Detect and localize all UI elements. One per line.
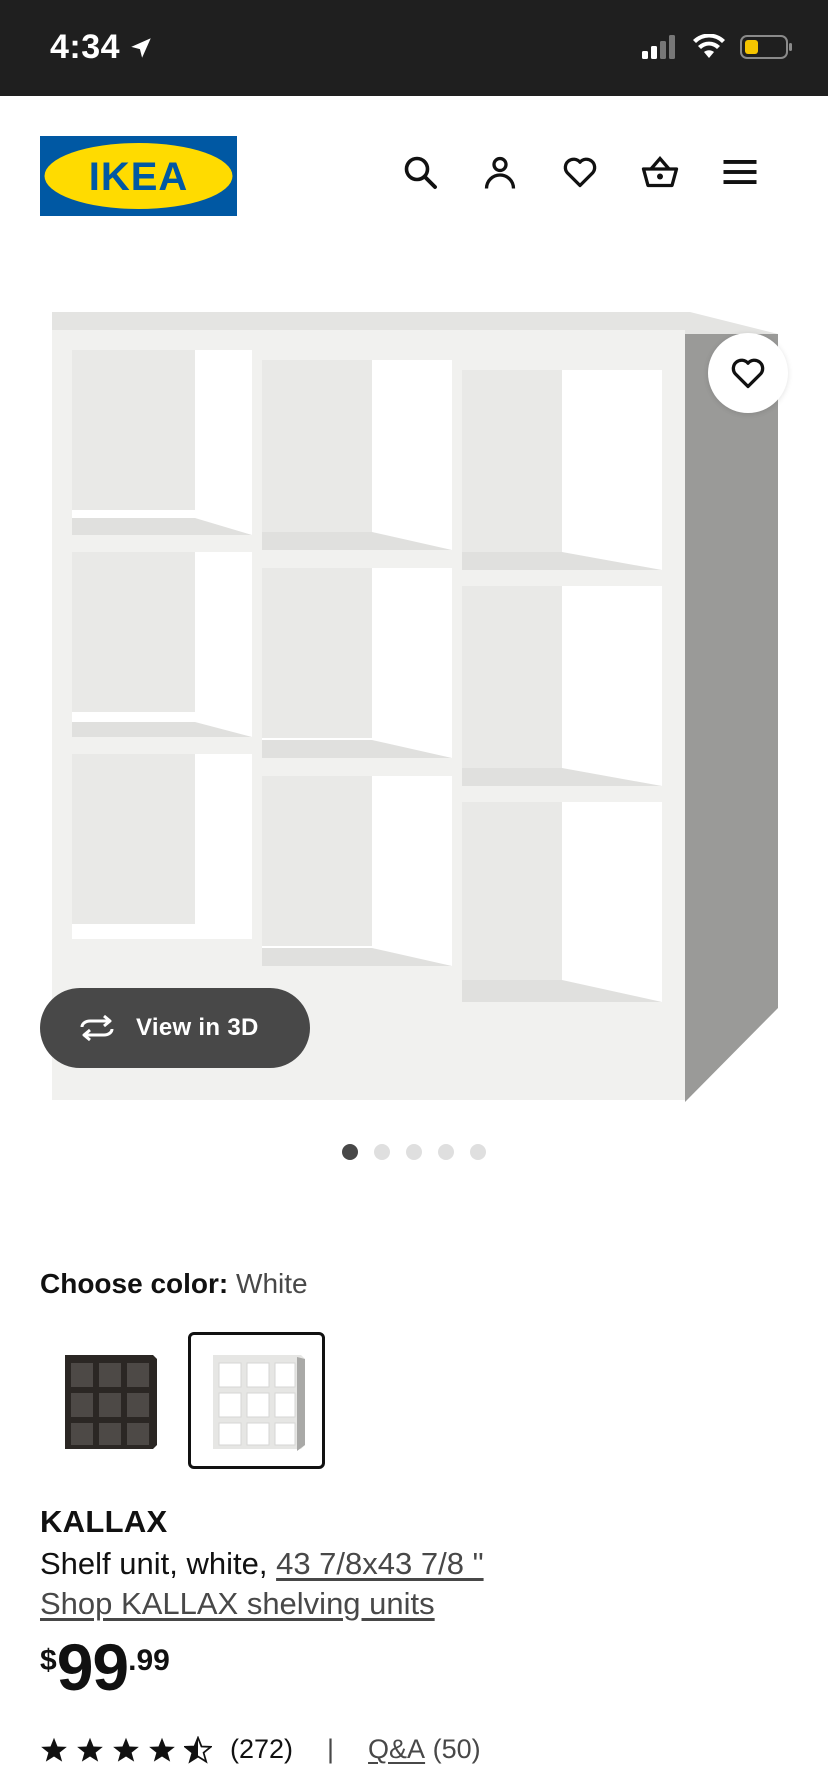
cart-icon	[641, 155, 679, 188]
rating-stars	[40, 1735, 212, 1764]
color-selector-label: Choose color: White	[40, 1268, 308, 1300]
price-decimal: .99	[128, 1644, 170, 1677]
favorites-button[interactable]	[560, 152, 600, 192]
status-bar: 4:34	[0, 0, 828, 96]
rating-separator: |	[327, 1734, 335, 1764]
account-icon	[484, 156, 516, 189]
signal-icon	[642, 35, 675, 59]
shop-series-link[interactable]: Shop KALLAX shelving units	[40, 1586, 435, 1622]
gallery-dot[interactable]	[406, 1144, 422, 1160]
product-price: $ 99 .99	[40, 1634, 170, 1700]
star-full-icon	[77, 1737, 103, 1762]
qa-count: (50)	[425, 1734, 481, 1764]
clock-text: 4:34	[50, 28, 121, 66]
product-description-text: Shelf unit, white,	[40, 1546, 277, 1581]
product-name: KALLAX	[40, 1504, 168, 1539]
wifi-icon	[693, 34, 725, 58]
account-button[interactable]	[480, 152, 520, 192]
battery-icon	[740, 35, 792, 59]
heart-icon	[731, 358, 765, 389]
gallery-dot[interactable]	[470, 1144, 486, 1160]
product-rating[interactable]: (272) | Q&A (50)	[40, 1734, 481, 1765]
gallery-dot[interactable]	[342, 1144, 358, 1160]
menu-icon	[723, 160, 757, 184]
menu-button[interactable]	[720, 152, 760, 192]
white-shelf-thumbnail	[212, 1354, 305, 1451]
search-icon	[404, 156, 437, 189]
star-full-icon	[113, 1737, 139, 1762]
product-description: Shelf unit, white, 43 7/8x43 7/8 "	[40, 1546, 484, 1582]
color-value: White	[236, 1268, 308, 1299]
star-half-icon	[184, 1735, 212, 1764]
header-actions	[400, 152, 760, 192]
price-integer: 99	[56, 1630, 129, 1704]
location-arrow-icon	[131, 37, 151, 58]
qa-link[interactable]: Q&A	[368, 1734, 425, 1765]
view-in-3d-label: View in 3D	[136, 1014, 259, 1041]
ikea-logo[interactable]: IKEA	[40, 136, 237, 216]
color-swatch-white[interactable]	[188, 1332, 325, 1469]
star-full-icon	[149, 1737, 175, 1762]
view-in-3d-button[interactable]: View in 3D	[40, 988, 310, 1068]
star-full-icon	[41, 1737, 67, 1762]
black-brown-shelf-thumbnail	[64, 1354, 157, 1449]
add-to-favorites-button[interactable]	[708, 333, 788, 413]
status-time: 4:34	[50, 28, 154, 67]
color-label: Choose color:	[40, 1268, 229, 1299]
favorites-icon	[563, 157, 597, 188]
shelf-cubbies	[72, 350, 662, 1002]
selected-color-text: White	[236, 1268, 308, 1299]
gallery-dot[interactable]	[438, 1144, 454, 1160]
color-swatch-black-brown[interactable]	[40, 1332, 177, 1469]
cart-button[interactable]	[640, 152, 680, 192]
search-button[interactable]	[400, 152, 440, 192]
gallery-dot[interactable]	[374, 1144, 390, 1160]
price-currency: $	[40, 1644, 57, 1677]
site-header: IKEA	[0, 96, 828, 256]
svg-text:IKEA: IKEA	[89, 155, 189, 199]
gallery-pagination	[342, 1144, 486, 1160]
status-indicators	[642, 34, 794, 60]
rotate-3d-icon	[80, 1014, 114, 1042]
product-size-link[interactable]: 43 7/8x43 7/8 "	[276, 1546, 484, 1581]
review-count[interactable]: (272)	[230, 1734, 293, 1765]
